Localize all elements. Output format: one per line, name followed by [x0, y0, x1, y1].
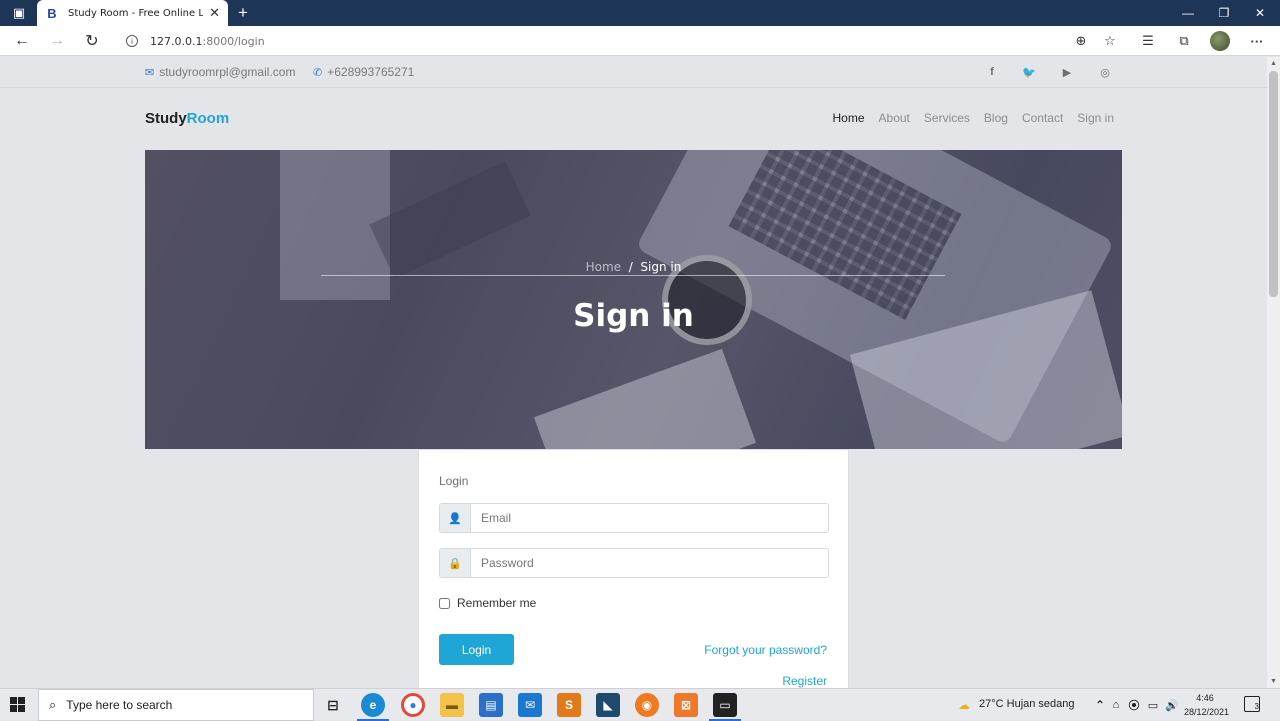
weather-icon[interactable]: ☁	[952, 693, 976, 717]
minimize-icon[interactable]: —	[1170, 0, 1206, 26]
remember-me-label: Remember me	[457, 596, 537, 610]
nav-sign-in[interactable]: Sign in	[1077, 111, 1114, 125]
notification-count: 3	[1254, 702, 1259, 711]
main-nav: Home About Services Blog Contact Sign in	[833, 111, 1114, 125]
scrollbar-thumb[interactable]	[1269, 71, 1278, 297]
back-icon[interactable]: ←	[11, 30, 33, 52]
notification-icon[interactable]: 3	[1244, 696, 1260, 712]
nav-contact[interactable]: Contact	[1022, 111, 1063, 125]
twitter-icon[interactable]: 🐦	[1021, 64, 1037, 80]
volume-icon[interactable]: 🔊	[1160, 693, 1184, 717]
url-host: 127.0.0.1	[150, 34, 203, 48]
task-view-icon[interactable]: ⊟	[321, 693, 345, 717]
tab-actions-icon[interactable]: ▣	[10, 0, 28, 26]
brand-accent: Room	[186, 110, 230, 127]
hero-notebook-image	[533, 348, 757, 449]
breadcrumb-divider	[321, 275, 945, 276]
nav-home[interactable]: Home	[833, 111, 865, 125]
mail-icon[interactable]: ✉	[518, 693, 542, 717]
user-icon: 👤	[440, 504, 471, 532]
weather-text[interactable]: 27°C Hujan sedang	[979, 698, 1075, 710]
lock-icon: 🔒	[440, 549, 471, 577]
scroll-up-icon[interactable]: ▲	[1270, 60, 1277, 67]
phone-icon: ✆	[313, 66, 323, 79]
brand-primary: Study	[145, 110, 187, 127]
browser-tab[interactable]: B Study Room - Free Online Learni ✕	[37, 0, 228, 26]
browser-titlebar: ▣ B Study Room - Free Online Learni ✕ + …	[0, 0, 1280, 26]
tab-close-icon[interactable]: ✕	[209, 5, 220, 21]
envelope-icon: ✉	[145, 66, 155, 79]
collections-icon[interactable]: ⧉	[1173, 30, 1195, 52]
phone-text: +628993765271	[327, 65, 415, 79]
breadcrumb-home[interactable]: Home	[586, 260, 621, 274]
url-path: :8000/login	[202, 34, 265, 48]
password-field[interactable]	[471, 549, 828, 577]
instagram-icon[interactable]: ◎	[1097, 64, 1113, 80]
favorite-add-icon[interactable]: ☆	[1099, 30, 1121, 52]
forgot-password-link[interactable]: Forgot your password?	[704, 643, 827, 657]
xampp-icon[interactable]: ⊠	[674, 693, 698, 717]
chrome-icon[interactable]: ●	[401, 693, 425, 717]
sublime-icon[interactable]: S	[557, 693, 581, 717]
contact-email[interactable]: ✉ studyroomrpl@gmail.com	[145, 65, 295, 79]
edge-icon[interactable]: e	[357, 693, 389, 721]
login-card: Login 👤 🔒 Remember me Login Forgot your …	[418, 449, 849, 688]
clock-date: 28/12/2021	[1184, 707, 1230, 717]
refresh-icon[interactable]: ↻	[81, 30, 103, 52]
email-input-group: 👤	[439, 503, 829, 533]
breadcrumb-current: Sign in	[640, 260, 682, 274]
url-text[interactable]: 127.0.0.1:8000/login	[150, 35, 265, 48]
nav-services[interactable]: Services	[924, 111, 970, 125]
breadcrumb-separator: /	[628, 260, 633, 274]
youtube-icon[interactable]: ▶	[1059, 64, 1075, 80]
hero-banner: Home / Sign in Sign in	[145, 150, 1122, 449]
search-placeholder: Type here to search	[66, 698, 173, 712]
zoom-icon[interactable]: ⊕	[1070, 30, 1092, 52]
remember-me-checkbox[interactable]	[439, 597, 450, 609]
email-field[interactable]	[471, 504, 828, 532]
new-tab-icon[interactable]: +	[234, 0, 252, 26]
nav-blog[interactable]: Blog	[984, 111, 1008, 125]
page-viewport: ✉ studyroomrpl@gmail.com ✆ +628993765271…	[0, 57, 1267, 688]
windows-start-icon[interactable]	[10, 697, 25, 712]
password-input-group: 🔒	[439, 548, 829, 578]
scroll-down-icon[interactable]: ▼	[1270, 678, 1277, 685]
page-title: Sign in	[573, 298, 694, 334]
address-bar: ← → ↻ i 127.0.0.1:8000/login ⊕ ☆ ☰ ⧉ ···	[0, 26, 1280, 56]
url-field[interactable]: i 127.0.0.1:8000/login	[116, 29, 1126, 53]
favorites-icon[interactable]: ☰	[1137, 30, 1159, 52]
breadcrumb: Home / Sign in	[145, 260, 1122, 274]
profile-avatar[interactable]	[1210, 31, 1230, 51]
login-heading: Login	[439, 474, 469, 488]
nav-about[interactable]: About	[879, 111, 910, 125]
top-info-bar: ✉ studyroomrpl@gmail.com ✆ +628993765271…	[0, 57, 1267, 88]
taskbar-search[interactable]: ⌕ Type here to search	[38, 689, 314, 721]
search-icon: ⌕	[49, 697, 57, 712]
more-menu-icon[interactable]: ···	[1246, 30, 1268, 52]
windows-taskbar: ⌕ Type here to search ⊟ e ● ▬ ▤ ✉ S ◣ ◉ …	[0, 688, 1280, 721]
email-text: studyroomrpl@gmail.com	[159, 65, 296, 79]
store-icon[interactable]: ▤	[479, 693, 503, 717]
remember-me[interactable]: Remember me	[439, 596, 536, 610]
page-scrollbar[interactable]: ▲ ▼	[1267, 57, 1280, 688]
contact-phone[interactable]: ✆ +628993765271	[313, 65, 414, 79]
file-explorer-icon[interactable]: ▬	[440, 693, 464, 717]
tab-title: Study Room - Free Online Learni	[68, 7, 204, 19]
forward-icon[interactable]: →	[46, 30, 68, 52]
login-button[interactable]: Login	[439, 634, 514, 665]
vscode-icon[interactable]: ◣	[596, 693, 620, 717]
clock[interactable]: 4:46 28/12/2021	[1184, 691, 1230, 719]
close-window-icon[interactable]: ✕	[1242, 0, 1278, 26]
register-link[interactable]: Register	[782, 674, 827, 688]
restore-icon[interactable]: ❐	[1206, 0, 1242, 26]
terminal-icon[interactable]: ▭	[709, 693, 741, 721]
facebook-icon[interactable]: f	[984, 64, 1000, 80]
clock-time: 4:46	[1196, 693, 1214, 703]
firefox-icon[interactable]: ◉	[635, 693, 659, 717]
site-info-icon[interactable]: i	[126, 35, 138, 47]
tab-favicon-icon: B	[47, 5, 57, 21]
site-logo[interactable]: StudyRoom	[145, 110, 229, 127]
